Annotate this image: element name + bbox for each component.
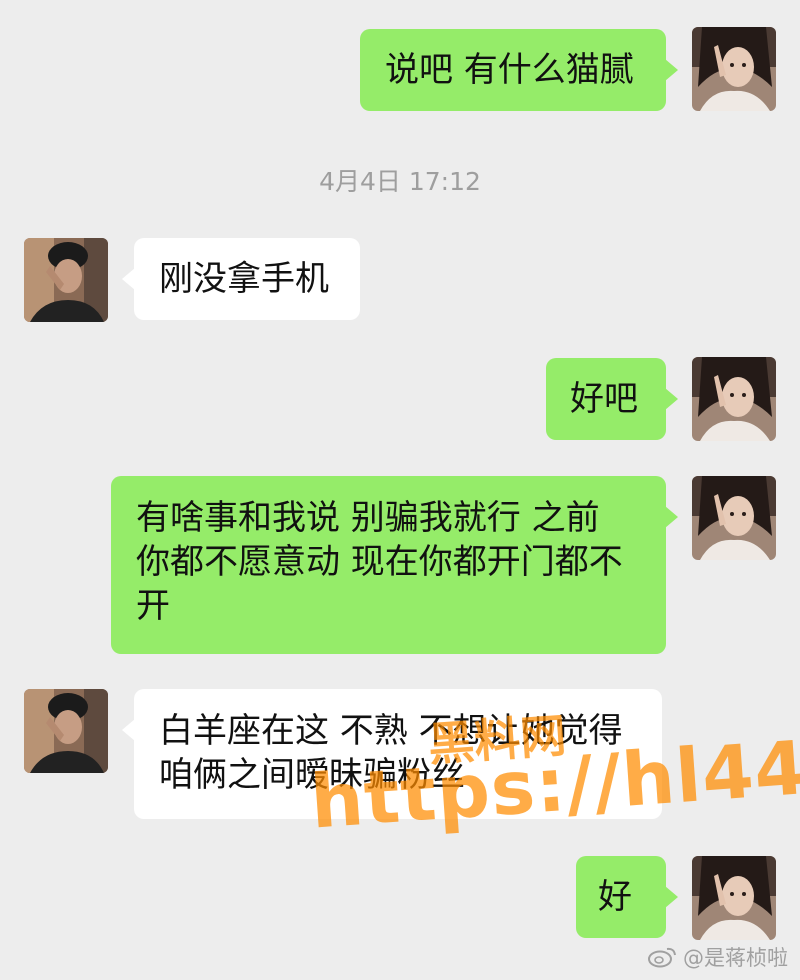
message-bubble-self[interactable]: 好吧 [546,358,678,440]
self-avatar-image [692,27,776,111]
message-text-line: 开 [136,586,170,626]
self-avatar[interactable] [692,476,776,560]
timestamp: 4月4日 17:12 [319,167,481,196]
message-bubble-self[interactable]: 好 [576,856,678,938]
contact-avatar-image [24,238,108,322]
message-text: 好吧 [570,379,638,419]
message-text-line: 你都不愿意动 现在你都开门都不 [136,542,623,582]
message-bubble-self[interactable]: 有啥事和我说 别骗我就行 之前 你都不愿意动 现在你都开门都不 开 [111,476,678,654]
contact-avatar[interactable] [24,689,108,773]
self-avatar-image [692,856,776,940]
message-bubble-self[interactable]: 说吧 有什么猫腻 [360,29,678,111]
message-text-line: 白羊座在这 不熟 不想让她觉得 [159,711,623,751]
message-bubble-other[interactable]: 白羊座在这 不熟 不想让她觉得 咱俩之间暧昧骗粉丝 [122,689,662,819]
self-avatar[interactable] [692,27,776,111]
message-text-line: 咱俩之间暧昧骗粉丝 [159,755,465,795]
self-avatar-image [692,357,776,441]
credit-handle: @是蒋桢啦 [683,946,788,970]
message-text: 好 [598,877,632,917]
message-text: 说吧 有什么猫腻 [385,50,634,90]
self-avatar[interactable] [692,357,776,441]
weibo-icon [648,947,676,968]
message-text-line: 有啥事和我说 别骗我就行 之前 [136,498,600,538]
weibo-credit: @是蒋桢啦 [647,942,788,972]
message-text: 刚没拿手机 [159,259,329,299]
contact-avatar-image [24,689,108,773]
message-bubble-other[interactable]: 刚没拿手机 [122,238,360,320]
contact-avatar[interactable] [24,238,108,322]
self-avatar-image [692,476,776,560]
self-avatar[interactable] [692,856,776,940]
